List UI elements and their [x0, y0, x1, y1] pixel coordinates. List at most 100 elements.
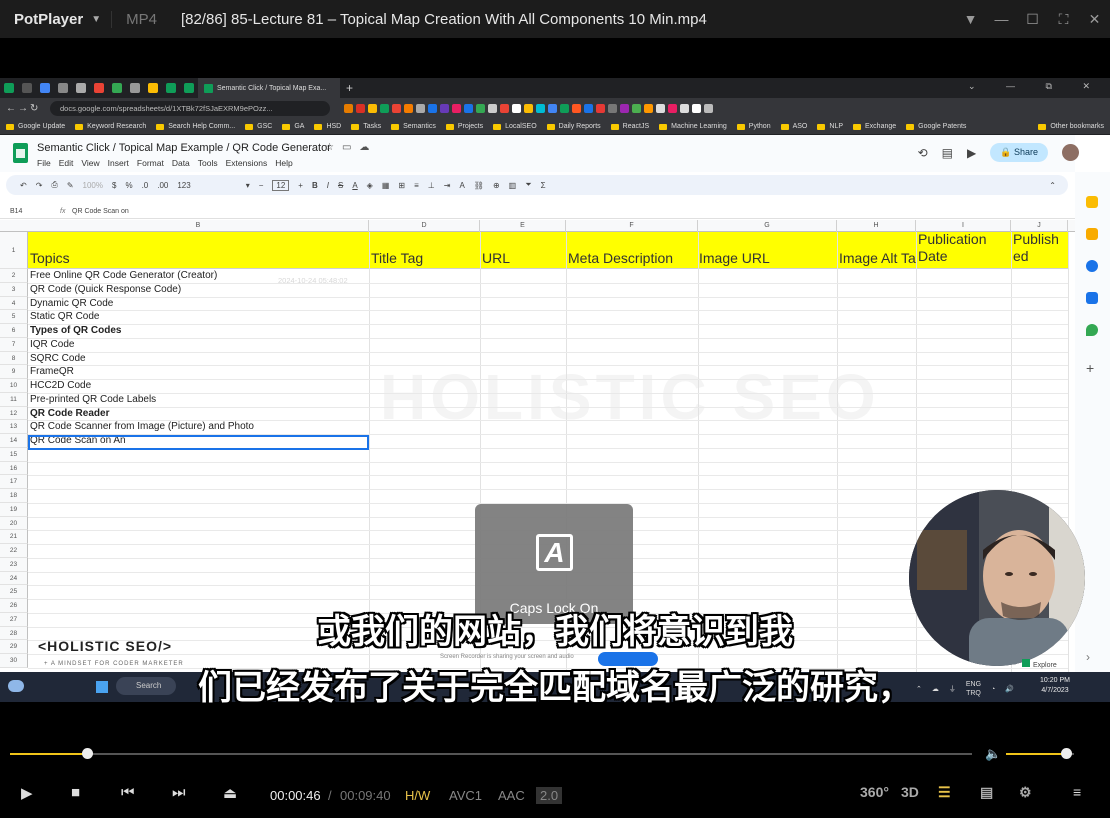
audio-codec-badge[interactable]: AAC	[498, 788, 525, 803]
extension-icon[interactable]	[632, 104, 641, 113]
bookmark[interactable]: GSC	[245, 123, 272, 130]
topic-cell[interactable]: QR Code (Quick Response Code)	[30, 284, 181, 295]
back-icon[interactable]: ←	[6, 103, 18, 114]
maximize-button[interactable]: ☐	[1017, 11, 1048, 28]
italic-button[interactable]: I	[327, 181, 329, 190]
bookmark[interactable]: LocalSEO	[493, 123, 537, 130]
bookmark[interactable]: ASO	[781, 123, 808, 130]
row-number[interactable]: 22	[0, 544, 28, 558]
column-header-d[interactable]: D	[369, 220, 480, 232]
topic-cell[interactable]: Dynamic QR Code	[30, 298, 113, 309]
topic-cell[interactable]: SQRC Code	[30, 353, 86, 364]
extension-icon[interactable]	[356, 104, 365, 113]
row-number[interactable]: 13	[0, 420, 28, 434]
row-number[interactable]: 15	[0, 447, 28, 462]
merge-icon[interactable]: ⊞	[398, 181, 405, 190]
column-header-f[interactable]: F	[566, 220, 698, 232]
extension-icon[interactable]	[524, 104, 533, 113]
row-number[interactable]: 18	[0, 489, 28, 503]
bookmark[interactable]: Semantics	[391, 123, 436, 130]
menu-edit[interactable]: Edit	[59, 158, 74, 168]
bookmark[interactable]: NLP	[817, 123, 843, 130]
extension-icon[interactable]	[596, 104, 605, 113]
header-row[interactable]: Topics Title Tag URL Meta Description Im…	[28, 231, 1068, 269]
other-bookmarks[interactable]: Other bookmarks	[1038, 123, 1104, 130]
playlist-search-icon[interactable]: ☰	[938, 784, 951, 801]
settings-icon[interactable]: ⚙	[1019, 784, 1032, 801]
extension-icon[interactable]	[344, 104, 353, 113]
menu-tools[interactable]: Tools	[198, 158, 218, 168]
sheets-logo-icon[interactable]	[13, 143, 28, 163]
font-size-decrease[interactable]: −	[259, 181, 264, 190]
name-box[interactable]: B14	[0, 208, 60, 215]
topic-cell[interactable]: HCC2D Code	[30, 380, 91, 391]
browser-window-controls[interactable]: ⌄ — ⧉ ✕	[968, 81, 1104, 92]
row-number[interactable]: 6	[0, 324, 28, 338]
volume-handle[interactable]	[1060, 748, 1072, 759]
calendar-icon[interactable]	[1086, 196, 1098, 208]
new-tab-button[interactable]: +	[346, 81, 353, 95]
bookmark[interactable]: Machine Learning	[659, 123, 727, 130]
active-browser-tab[interactable]: Semantic Click / Topical Map Exa...	[198, 78, 340, 98]
extension-icon[interactable]	[512, 104, 521, 113]
link-icon[interactable]: ⛓	[474, 181, 484, 190]
extension-icon[interactable]	[488, 104, 497, 113]
extension-icon[interactable]	[440, 104, 449, 113]
increase-decimal-button[interactable]: .00	[157, 181, 168, 190]
align-icon[interactable]: ≡	[414, 181, 419, 190]
row-number[interactable]: 21	[0, 530, 28, 544]
pinned-tab[interactable]	[144, 78, 162, 98]
percent-button[interactable]: %	[125, 181, 132, 190]
previous-button[interactable]: ⏮	[121, 784, 135, 801]
menu-icon[interactable]: ≡	[1073, 784, 1081, 800]
address-bar[interactable]: docs.google.com/spreadsheets/d/1XTBk72fS…	[50, 101, 330, 116]
menu-format[interactable]: Format	[137, 158, 164, 168]
font-size-input[interactable]: 12	[272, 179, 290, 191]
play-button[interactable]: ▶	[21, 784, 33, 802]
video-codec-badge[interactable]: AVC1	[449, 788, 482, 803]
extension-icon[interactable]	[584, 104, 593, 113]
meet-icon[interactable]: ▶	[967, 146, 976, 160]
bookmark[interactable]: GA	[282, 123, 304, 130]
menu-help[interactable]: Help	[275, 158, 292, 168]
bookmark[interactable]: Projects	[446, 123, 483, 130]
chapter-icon[interactable]: ▤	[980, 784, 993, 801]
extension-icon[interactable]	[548, 104, 557, 113]
row-number[interactable]: 17	[0, 475, 28, 489]
row-number[interactable]: 8	[0, 351, 28, 366]
extension-icon[interactable]	[536, 104, 545, 113]
decrease-decimal-button[interactable]: .0	[142, 181, 149, 190]
extension-icon[interactable]	[380, 104, 389, 113]
row-number[interactable]: 23	[0, 557, 28, 572]
pin-icon[interactable]: ▼	[955, 11, 986, 27]
font-select[interactable]: ▾	[200, 181, 250, 190]
pinned-tab[interactable]	[18, 78, 36, 98]
undo-icon[interactable]: ↶	[20, 181, 27, 190]
paint-format-icon[interactable]: ✎	[67, 181, 74, 190]
chart-icon[interactable]: ▥	[509, 181, 517, 190]
forward-icon[interactable]: →	[18, 103, 30, 114]
formula-input[interactable]: QR Code Scan on	[72, 208, 129, 215]
column-header-g[interactable]: G	[698, 220, 837, 232]
extension-icon[interactable]	[680, 104, 689, 113]
bookmark[interactable]: HSD	[314, 123, 341, 130]
row-number[interactable]: 11	[0, 392, 28, 407]
row-number[interactable]: 7	[0, 337, 28, 352]
extension-icon[interactable]	[452, 104, 461, 113]
bookmark[interactable]: Search Help Comm...	[156, 123, 235, 130]
folder-icon[interactable]: ▭	[342, 142, 359, 153]
row-number[interactable]: 2	[0, 269, 28, 283]
contacts-icon[interactable]	[1086, 292, 1098, 304]
row-number[interactable]: 19	[0, 502, 28, 517]
column-header-h[interactable]: H	[837, 220, 916, 232]
extension-icon[interactable]	[464, 104, 473, 113]
topic-cell[interactable]: Static QR Code	[30, 311, 99, 322]
print-icon[interactable]: ⎙	[51, 180, 57, 190]
row-number[interactable]: 14	[0, 434, 28, 448]
topic-cell[interactable]: IQR Code	[30, 339, 74, 350]
strikethrough-button[interactable]: S	[338, 181, 343, 190]
row-number[interactable]: 1	[0, 232, 28, 269]
add-addon-icon[interactable]: +	[1086, 360, 1094, 376]
history-icon[interactable]: ⟲	[918, 146, 928, 160]
extension-icon[interactable]	[704, 104, 713, 113]
